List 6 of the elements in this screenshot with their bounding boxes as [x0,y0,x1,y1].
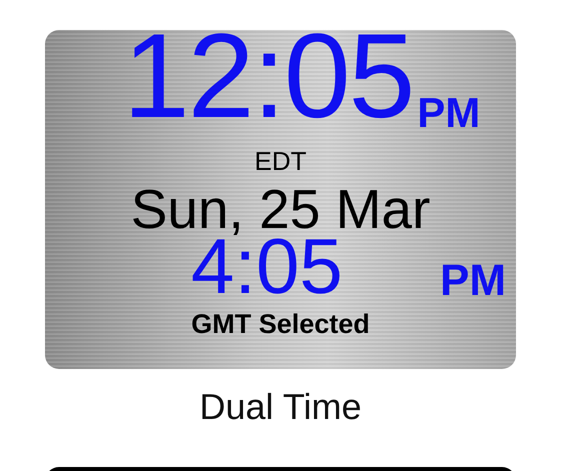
time-zone-label: EDT [254,148,306,174]
second-zone-label: GMT Selected [191,311,370,338]
am-pm-label: PM [417,92,480,134]
face-title: Dual Time [198,387,363,427]
clock-time: 12:05 [123,30,414,136]
am-pm-label: PM [440,259,506,303]
